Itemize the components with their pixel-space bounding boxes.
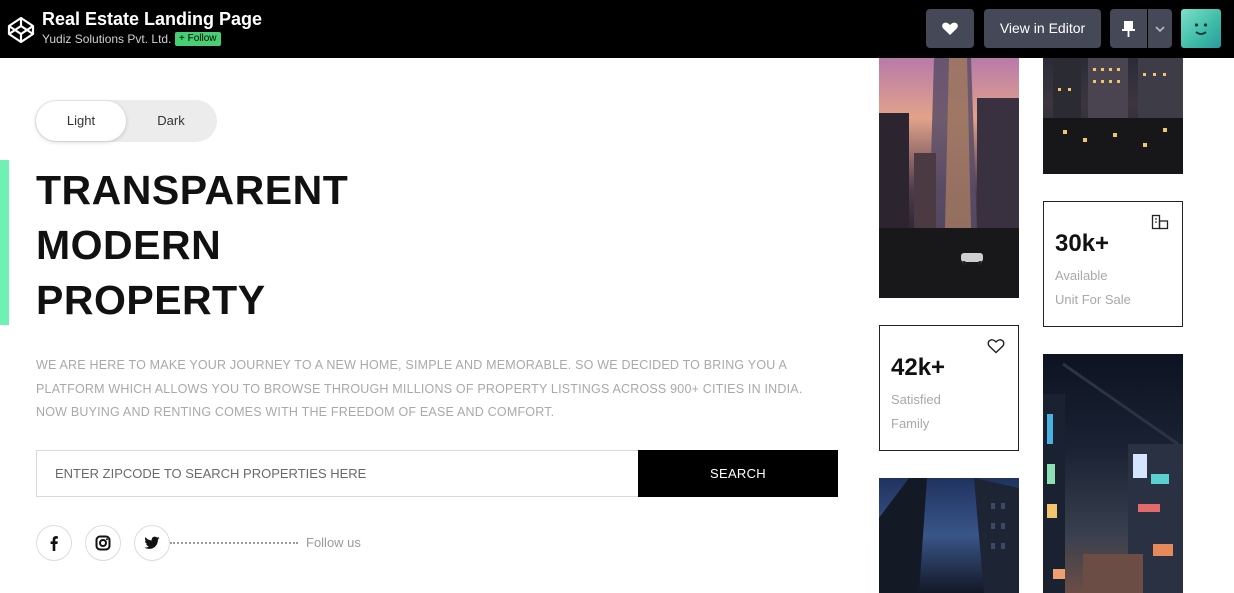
light-theme-option[interactable]: Light: [36, 101, 126, 141]
pin-icon: [1122, 21, 1135, 37]
top-bar: Real Estate Landing Page Yudiz Solutions…: [0, 0, 1234, 58]
headline-line-3: PROPERTY: [36, 277, 266, 323]
hero-headline: TRANSPARENT MODERN PROPERTY: [36, 163, 348, 328]
twitter-link[interactable]: [134, 525, 170, 561]
pin-button[interactable]: [1110, 9, 1147, 48]
search-button[interactable]: SEARCH: [638, 450, 838, 497]
headline-line-2: MODERN: [36, 222, 222, 268]
instagram-link[interactable]: [85, 525, 121, 561]
follow-button[interactable]: + Follow: [175, 32, 221, 46]
zipcode-search-input[interactable]: [36, 450, 638, 497]
pen-owner[interactable]: Yudiz Solutions Pvt. Ltd.: [42, 32, 171, 46]
stat-card-satisfied-families: 42k+ Satisfied Family: [879, 325, 1019, 451]
codepen-logo-icon[interactable]: [6, 15, 36, 45]
view-in-editor-button[interactable]: View in Editor: [984, 9, 1101, 48]
theme-toggle[interactable]: Light Dark: [35, 100, 217, 142]
heart-icon: [942, 22, 958, 35]
stat-label-line-2: Family: [891, 416, 930, 431]
facebook-icon: [50, 536, 58, 551]
tower-blue-sky-image: [879, 478, 1019, 593]
city-night-image: [1043, 58, 1183, 174]
stat-value: 42k+: [891, 354, 946, 381]
accent-bar: [0, 160, 9, 325]
like-button[interactable]: [926, 9, 974, 48]
stat-value: 30k+: [1055, 230, 1110, 257]
skyscraper-sunset-image: [879, 58, 1019, 298]
building-icon: [1151, 214, 1169, 230]
follow-us-label: Follow us: [306, 535, 361, 550]
stat-label-line-1: Satisfied: [891, 392, 941, 407]
pin-menu-button[interactable]: [1148, 9, 1172, 48]
facebook-link[interactable]: [36, 525, 72, 561]
avatar[interactable]: [1181, 9, 1221, 48]
pen-title: Real Estate Landing Page: [42, 9, 263, 29]
instagram-icon: [95, 535, 111, 551]
smiley-face-icon: [1194, 23, 1208, 35]
dark-theme-option[interactable]: Dark: [135, 101, 207, 141]
twitter-icon: [144, 536, 160, 549]
follow-divider: [170, 542, 298, 544]
stat-label-line-1: Available: [1055, 268, 1108, 283]
street-night-image: [1043, 354, 1183, 593]
stat-label-line-2: Unit For Sale: [1055, 292, 1131, 307]
hero-description: WE ARE HERE TO MAKE YOUR JOURNEY TO A NE…: [36, 358, 803, 419]
chevron-down-icon: [1155, 26, 1165, 33]
heart-outline-icon: [987, 339, 1005, 354]
headline-line-1: TRANSPARENT: [36, 167, 349, 213]
stat-card-available-units: 30k+ Available Unit For Sale: [1043, 201, 1183, 327]
